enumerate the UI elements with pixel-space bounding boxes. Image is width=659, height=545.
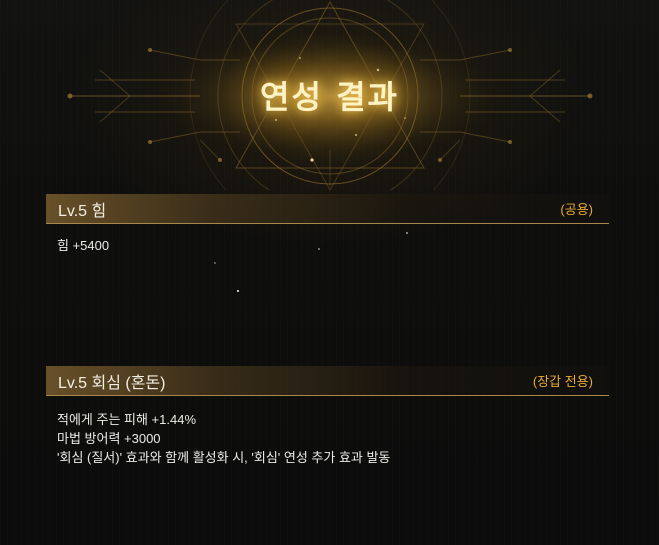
section-tag: (공용) bbox=[560, 202, 593, 217]
stat-line: 힘 +5400 bbox=[57, 238, 110, 253]
stat-line: '회심 (질서)' 효과와 함께 활성화 시, '회심' 연성 추가 효과 발동 bbox=[57, 450, 391, 465]
page-title: 연성 결과 bbox=[260, 78, 399, 116]
sparkle bbox=[237, 290, 239, 292]
section-header: Lv.5 힘 (공용) bbox=[46, 194, 609, 224]
section-tag: (장갑 전용) bbox=[532, 374, 593, 389]
section-body: 힘 +5400 bbox=[46, 224, 609, 255]
result-section-critical: Lv.5 회심 (혼돈) (장갑 전용) 적에게 주는 피해 +1.44% 마법… bbox=[46, 366, 609, 467]
stat-line: 적에게 주는 피해 +1.44% bbox=[57, 412, 197, 427]
stat-line: 마법 방어력 +3000 bbox=[57, 431, 161, 446]
section-title: Lv.5 힘 bbox=[58, 202, 107, 220]
sparkle bbox=[214, 262, 216, 264]
result-section-strength: Lv.5 힘 (공용) 힘 +5400 bbox=[46, 194, 609, 255]
section-body: 적에게 주는 피해 +1.44% 마법 방어력 +3000 '회심 (질서)' … bbox=[46, 396, 609, 467]
section-header: Lv.5 회심 (혼돈) (장갑 전용) bbox=[46, 366, 609, 396]
section-title: Lv.5 회심 (혼돈) bbox=[58, 374, 166, 392]
